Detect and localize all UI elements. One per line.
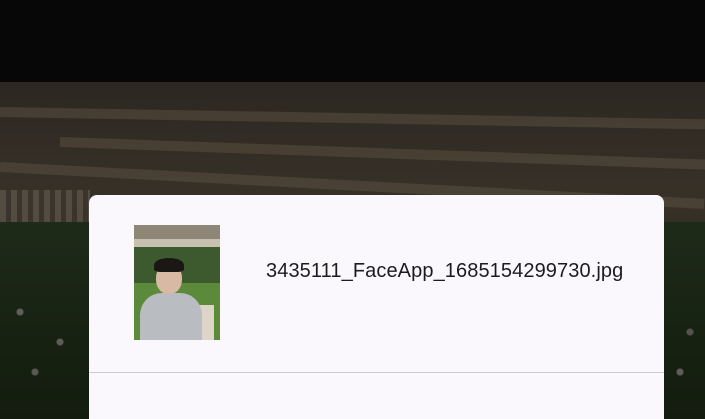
thumbnail-roof [134, 239, 220, 247]
thumbnail-person-body [140, 293, 202, 340]
image-thumbnail [134, 225, 220, 340]
share-sheet: 3435111_FaceApp_1685154299730.jpg [89, 195, 664, 419]
screen: 3435111_FaceApp_1685154299730.jpg [0, 0, 705, 419]
divider [89, 372, 664, 373]
file-name: 3435111_FaceApp_1685154299730.jpg [266, 260, 624, 282]
status-bar-area [0, 0, 705, 82]
thumbnail-person-hair [154, 258, 184, 272]
